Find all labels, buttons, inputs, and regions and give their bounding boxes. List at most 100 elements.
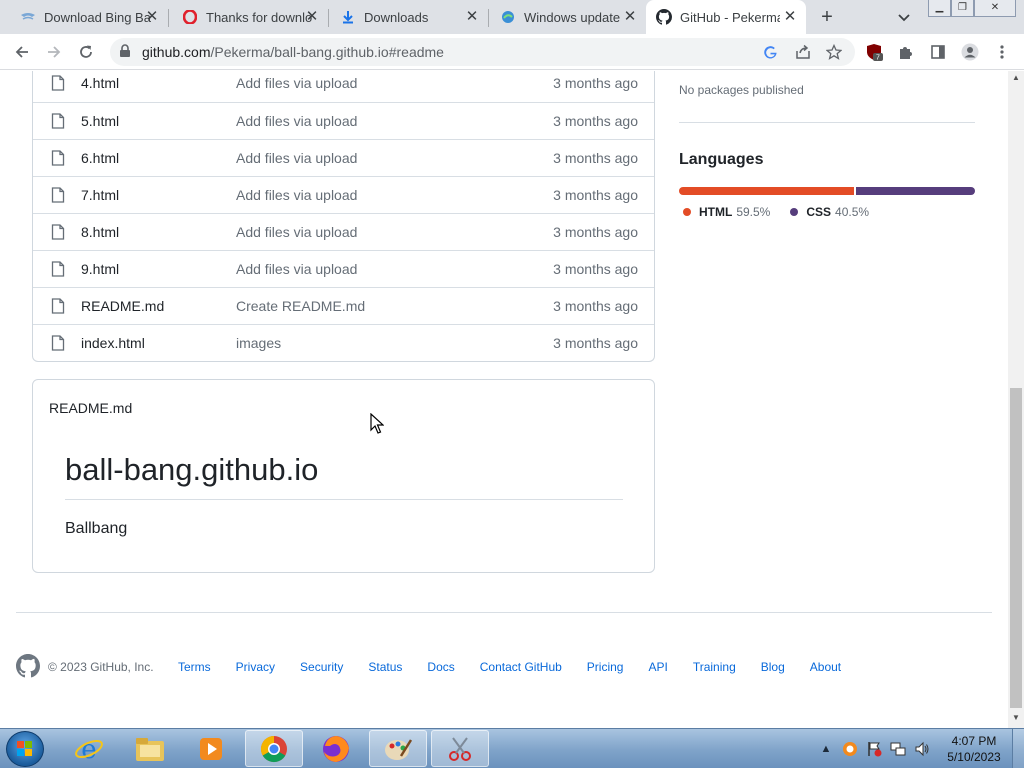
file-explorer-icon xyxy=(136,737,164,761)
share-icon[interactable] xyxy=(795,44,811,60)
internet-explorer-icon: e xyxy=(75,735,103,764)
vertical-scrollbar[interactable]: ▲ ▼ xyxy=(1008,71,1024,728)
taskbar-media-player[interactable] xyxy=(182,730,240,767)
tab-title: Download Bing Ba xyxy=(44,9,151,25)
commit-message-link[interactable]: Create README.md xyxy=(236,298,365,314)
action-center-flag-icon[interactable] xyxy=(866,741,882,757)
bookmark-star-icon[interactable] xyxy=(826,44,842,60)
show-hidden-icons-arrow-icon[interactable]: ▲ xyxy=(818,741,834,757)
file-row[interactable]: 8.html Add files via upload 3 months ago xyxy=(33,213,654,250)
maximize-button[interactable]: ❐ xyxy=(951,0,974,17)
tab-bing[interactable]: Download Bing Ba ✕ xyxy=(0,0,169,34)
commit-message-link[interactable]: Add files via upload xyxy=(236,150,357,166)
footer-link-pricing[interactable]: Pricing xyxy=(587,660,624,674)
tab-github[interactable]: GitHub - Pekerma ✕ xyxy=(646,0,806,34)
commit-message-link[interactable]: Add files via upload xyxy=(236,75,357,91)
file-name-link[interactable]: 9.html xyxy=(81,261,119,277)
tab-windows-update[interactable]: Windows update ✕ xyxy=(488,0,646,34)
taskbar-paint[interactable] xyxy=(369,730,427,767)
back-arrow-icon[interactable] xyxy=(11,41,33,63)
file-row[interactable]: 4.html Add files via upload 3 months ago xyxy=(33,71,654,102)
close-window-button[interactable]: ✕ xyxy=(974,0,1016,17)
footer-link-terms[interactable]: Terms xyxy=(178,660,211,674)
file-name-link[interactable]: README.md xyxy=(81,298,164,314)
extensions-puzzle-icon[interactable] xyxy=(896,42,916,62)
taskbar-chrome[interactable] xyxy=(245,730,303,767)
tab-strip: Download Bing Ba ✕ Thanks for downlo ✕ D… xyxy=(0,0,1024,34)
taskbar-firefox[interactable] xyxy=(307,730,365,767)
file-row[interactable]: README.md Create README.md 3 months ago xyxy=(33,287,654,324)
tab-downloads[interactable]: Downloads ✕ xyxy=(328,0,489,34)
file-row[interactable]: 6.html Add files via upload 3 months ago xyxy=(33,139,654,176)
file-name-link[interactable]: 4.html xyxy=(81,75,119,91)
language-item[interactable]: HTML 59.5% xyxy=(679,205,770,219)
taskbar-snipping-tool[interactable] xyxy=(431,730,489,767)
file-name-link[interactable]: 8.html xyxy=(81,224,119,240)
footer-link-training[interactable]: Training xyxy=(693,660,736,674)
chrome-menu-icon[interactable] xyxy=(992,42,1012,62)
commit-message-link[interactable]: Add files via upload xyxy=(236,187,357,203)
opera-icon xyxy=(182,9,198,25)
google-icon[interactable] xyxy=(762,44,778,60)
readme-filename[interactable]: README.md xyxy=(49,400,132,416)
github-logo-icon[interactable] xyxy=(16,654,40,678)
clock-time: 4:07 PM xyxy=(951,734,997,748)
file-row[interactable]: 9.html Add files via upload 3 months ago xyxy=(33,250,654,287)
footer-link-status[interactable]: Status xyxy=(368,660,402,674)
footer-link-security[interactable]: Security xyxy=(300,660,343,674)
file-name-link[interactable]: 6.html xyxy=(81,150,119,166)
file-name-link[interactable]: index.html xyxy=(81,335,145,351)
windows-taskbar: e ▲ 4:07 PM 5/10/2023 xyxy=(0,728,1024,768)
file-name-link[interactable]: 7.html xyxy=(81,187,119,203)
close-icon[interactable]: ✕ xyxy=(144,9,160,25)
language-segment[interactable] xyxy=(679,187,854,195)
footer-link-contact-github[interactable]: Contact GitHub xyxy=(480,660,562,674)
minimize-button[interactable]: ▁ xyxy=(928,0,951,17)
side-panel-icon[interactable] xyxy=(928,42,948,62)
taskbar-internet-explorer[interactable]: e xyxy=(60,730,118,767)
ublock-extension-icon[interactable]: 7 xyxy=(864,42,884,62)
language-bar xyxy=(679,187,975,195)
forward-arrow-icon[interactable] xyxy=(43,41,65,63)
network-icon[interactable] xyxy=(890,741,906,757)
readme-box: README.md ball-bang.github.io Ballbang xyxy=(32,379,655,573)
footer-link-blog[interactable]: Blog xyxy=(761,660,785,674)
footer-link-docs[interactable]: Docs xyxy=(427,660,454,674)
close-icon[interactable]: ✕ xyxy=(464,9,480,25)
start-button[interactable] xyxy=(6,731,44,767)
tab-opera[interactable]: Thanks for downlo ✕ xyxy=(168,0,329,34)
language-item[interactable]: CSS 40.5% xyxy=(786,205,869,219)
commit-message-link[interactable]: Add files via upload xyxy=(236,261,357,277)
lock-icon[interactable] xyxy=(119,44,131,63)
address-bar[interactable]: github.com/Pekerma/ball-bang.github.io#r… xyxy=(110,38,855,66)
file-name-link[interactable]: 5.html xyxy=(81,113,119,129)
url-text: github.com/Pekerma/ball-bang.github.io#r… xyxy=(142,44,444,60)
commit-message-link[interactable]: Add files via upload xyxy=(236,113,357,129)
commit-message-link[interactable]: images xyxy=(236,335,281,351)
reload-icon[interactable] xyxy=(75,41,97,63)
tab-search-chevron-icon[interactable] xyxy=(895,8,913,26)
tab-title: Thanks for downlo xyxy=(206,9,313,25)
footer-link-api[interactable]: API xyxy=(648,660,667,674)
commit-message-link[interactable]: Add files via upload xyxy=(236,224,357,240)
footer-link-about[interactable]: About xyxy=(810,660,841,674)
file-row[interactable]: 5.html Add files via upload 3 months ago xyxy=(33,102,654,139)
file-row[interactable]: index.html images 3 months ago xyxy=(33,324,654,361)
scrollbar-thumb[interactable] xyxy=(1010,388,1022,708)
new-tab-button[interactable]: + xyxy=(816,6,838,28)
taskbar-file-explorer[interactable] xyxy=(121,730,179,767)
avast-icon[interactable] xyxy=(842,741,858,757)
volume-icon[interactable] xyxy=(914,741,930,757)
close-icon[interactable]: ✕ xyxy=(782,9,798,25)
file-row[interactable]: 7.html Add files via upload 3 months ago xyxy=(33,176,654,213)
profile-avatar-icon[interactable] xyxy=(960,42,980,62)
scroll-up-arrow-icon[interactable]: ▲ xyxy=(1008,73,1024,87)
show-desktop-button[interactable] xyxy=(1012,729,1024,768)
language-segment[interactable] xyxy=(855,187,975,195)
close-icon[interactable]: ✕ xyxy=(622,9,638,25)
close-icon[interactable]: ✕ xyxy=(304,9,320,25)
language-percent: 59.5% xyxy=(736,205,771,219)
taskbar-clock[interactable]: 4:07 PM 5/10/2023 xyxy=(944,733,1004,765)
scroll-down-arrow-icon[interactable]: ▼ xyxy=(1008,713,1024,727)
footer-link-privacy[interactable]: Privacy xyxy=(236,660,275,674)
